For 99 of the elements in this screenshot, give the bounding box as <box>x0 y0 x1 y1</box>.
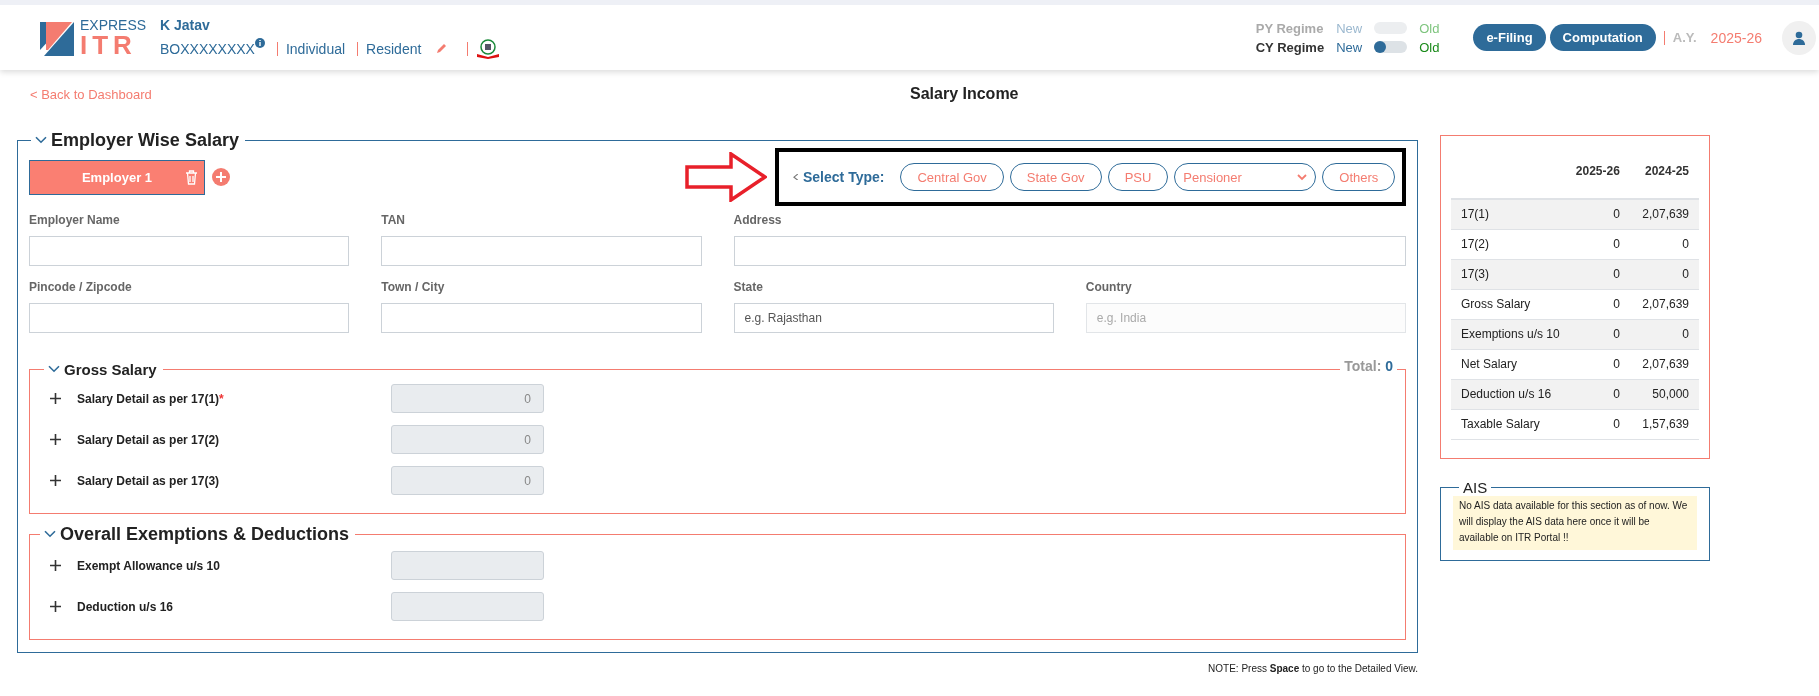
logo-icon <box>40 19 74 56</box>
table-cell: 2,07,639 <box>1629 199 1699 229</box>
field-label: Town / City <box>381 280 446 294</box>
row-label: Salary Detail as per 17(1)* <box>77 391 225 406</box>
table-cell: 0 <box>1573 289 1630 319</box>
table-cell: 17(3) <box>1451 259 1574 289</box>
field-label: State <box>733 280 764 294</box>
field-label: Address <box>733 213 783 227</box>
regime-label: PY Regime <box>1255 20 1325 36</box>
chevron-down-icon <box>35 136 47 145</box>
logo-text: ITR <box>80 31 137 58</box>
regime-label: CY Regime <box>1255 39 1325 55</box>
table-cell: 0 <box>1573 349 1630 379</box>
status-text: Individual <box>285 40 346 57</box>
table-cell: 0 <box>1573 199 1630 229</box>
amount-field[interactable]: 0 <box>391 384 544 413</box>
table-cell: 0 <box>1629 259 1699 289</box>
text-field[interactable]: e.g. Rajasthan <box>733 303 1054 333</box>
ay-label: A.Y. <box>1672 30 1697 45</box>
toggle-label: New <box>1336 39 1363 55</box>
logo-text: EXPRESS <box>80 17 147 32</box>
chevron-down-icon <box>1297 173 1308 181</box>
plus-icon[interactable] <box>50 560 61 571</box>
table-cell: 0 <box>1573 409 1630 439</box>
add-icon[interactable] <box>212 168 230 186</box>
chevron-down-icon <box>48 365 60 374</box>
row-label: Deduction u/s 16 <box>77 599 175 614</box>
toggle-label: New <box>1336 20 1363 36</box>
table-cell: Taxable Salary <box>1451 409 1574 439</box>
table-cell: 0 <box>1573 259 1630 289</box>
nav-button[interactable]: Computation <box>1549 24 1656 51</box>
user-name: K Jatav <box>160 16 211 33</box>
arrow-icon <box>685 152 767 202</box>
type-option[interactable]: Others <box>1322 163 1396 191</box>
user-icon <box>1792 30 1806 45</box>
table-cell: 2,07,639 <box>1629 289 1699 319</box>
table-cell: 0 <box>1629 319 1699 349</box>
pan-number: BOXXXXXXXX <box>160 40 255 57</box>
table-cell: Net Salary <box>1451 349 1574 379</box>
toggle-label: Old <box>1419 39 1440 55</box>
plus-icon[interactable] <box>50 475 61 486</box>
plus-icon[interactable] <box>50 393 61 404</box>
page-title: Salary Income <box>910 85 1019 103</box>
note-text: NOTE: Press Space to go to the Detailed View. <box>1207 663 1418 674</box>
chevron-down-icon <box>44 530 56 539</box>
text-field[interactable] <box>733 236 1406 266</box>
table-cell: 2,07,639 <box>1629 349 1699 379</box>
nav-button[interactable]: e-Filing <box>1473 24 1546 51</box>
row-label: Salary Detail as per 17(3) <box>77 473 221 488</box>
field-label: TAN <box>381 213 407 227</box>
table-cell: 17(1) <box>1451 199 1574 229</box>
type-dropdown[interactable]: Pensioner <box>1174 163 1317 191</box>
table-cell: 0 <box>1573 319 1630 349</box>
table-cell: 17(2) <box>1451 229 1574 259</box>
field-label: Employer Name <box>29 213 121 227</box>
text-field[interactable] <box>381 236 702 266</box>
plus-icon[interactable] <box>50 434 61 445</box>
type-option[interactable]: Central Gov <box>900 163 1004 191</box>
info-icon[interactable] <box>254 37 265 48</box>
table-cell: 0 <box>1573 229 1630 259</box>
select-type-label: Select Type: <box>791 169 885 185</box>
amount-field[interactable] <box>391 592 544 621</box>
type-option[interactable]: State Gov <box>1009 163 1102 191</box>
table-cell: 0 <box>1573 379 1630 409</box>
back-link[interactable]: < Back to Dashboard <box>30 86 910 102</box>
row-label: Exempt Allowance u/s 10 <box>77 558 221 573</box>
field-label: Country <box>1085 280 1133 294</box>
regime-toggle[interactable] <box>1374 41 1408 53</box>
trash-icon[interactable] <box>185 169 198 185</box>
amount-field[interactable]: 0 <box>391 425 544 454</box>
section-title: Gross Salary <box>64 361 157 378</box>
table-cell: 0 <box>1629 229 1699 259</box>
total-text: Total: 0 <box>1340 358 1397 374</box>
toggle-label: Old <box>1419 20 1440 36</box>
table-cell: Exemptions u/s 10 <box>1451 319 1574 349</box>
amount-field[interactable]: 0 <box>391 466 544 495</box>
table-cell: 1,57,639 <box>1629 409 1699 439</box>
profile-button[interactable] <box>1782 20 1816 55</box>
employer-tab[interactable]: Employer 1 <box>29 159 205 195</box>
section-title: Overall Exemptions & Deductions <box>60 524 350 545</box>
chevron-left-icon <box>791 173 800 181</box>
text-field[interactable] <box>381 303 702 333</box>
status-text: Resident <box>366 40 422 57</box>
pencil-icon[interactable] <box>435 42 448 55</box>
text-field[interactable] <box>29 236 350 266</box>
amount-field[interactable] <box>391 551 544 580</box>
row-label: Salary Detail as per 17(2) <box>77 432 221 447</box>
plus-icon[interactable] <box>50 601 61 612</box>
ais-title: AIS <box>1462 478 1489 496</box>
section-title: Employer Wise Salary <box>51 130 239 151</box>
emblem-icon <box>476 38 501 59</box>
type-option[interactable]: PSU <box>1107 163 1169 191</box>
table-cell: 50,000 <box>1629 379 1699 409</box>
ais-message: No AIS data available for this section as of now. We will display the AIS data here once it will be available on ITR Portal !! <box>1453 495 1697 550</box>
table-cell: Deduction u/s 16 <box>1451 379 1574 409</box>
field-label: Pincode / Zipcode <box>29 280 133 294</box>
table-cell: Gross Salary <box>1451 289 1574 319</box>
text-field[interactable] <box>29 303 350 333</box>
ay-value: 2025-26 <box>1710 29 1762 46</box>
